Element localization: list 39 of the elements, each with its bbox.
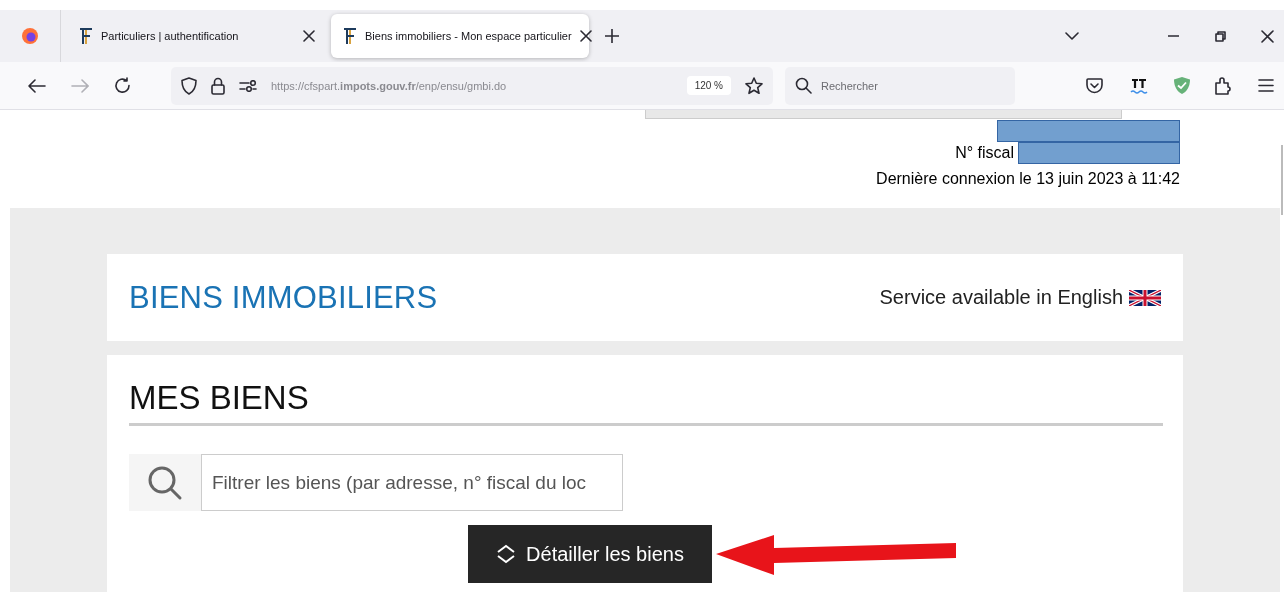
- close-icon[interactable]: [579, 30, 592, 42]
- shield-check-icon[interactable]: [1173, 76, 1191, 95]
- menu-icon[interactable]: [1258, 79, 1274, 92]
- new-tab-icon[interactable]: [605, 29, 619, 43]
- filter-field[interactable]: Filtrer les biens (par adresse, n° fiscal du loc: [201, 454, 623, 511]
- address-bar[interactable]: https://cfspart.impots.gouv.fr/enp/ensu/gmbi.do 120 %: [171, 66, 773, 105]
- browser-logo-icon[interactable]: [21, 27, 39, 45]
- search-icon: [147, 464, 183, 501]
- shield-icon[interactable]: [181, 76, 197, 95]
- browser-tab[interactable]: Biens immobiliers - Mon espace particulier: [331, 14, 589, 58]
- pocket-icon[interactable]: [1086, 77, 1103, 94]
- puzzle-piece-icon[interactable]: [1215, 76, 1232, 95]
- extension-icon[interactable]: [1130, 77, 1148, 94]
- search-field[interactable]: Rechercher: [785, 66, 1015, 105]
- detail-properties-button[interactable]: Détailler les biens: [468, 525, 712, 583]
- lock-icon[interactable]: [211, 76, 225, 95]
- chevron-down-icon[interactable]: [1065, 32, 1079, 40]
- close-icon[interactable]: [303, 30, 315, 42]
- back-arrow-icon[interactable]: [28, 78, 46, 93]
- favicon-icon: [341, 27, 357, 45]
- fiscal-number-label: N° fiscal: [955, 143, 1014, 163]
- favicon-icon: [77, 27, 93, 45]
- english-service-link[interactable]: Service available in English: [879, 286, 1161, 309]
- search-button[interactable]: [129, 454, 201, 511]
- last-login-text: Dernière connexion le 13 juin 2023 à 11:42: [876, 169, 1180, 189]
- url-text: https://cfspart.impots.gouv.fr/enp/ensu/gmbi.do: [271, 79, 507, 92]
- reload-icon[interactable]: [114, 77, 131, 94]
- search-icon: [795, 76, 812, 94]
- uk-flag-icon: [1129, 289, 1161, 306]
- browser-tab[interactable]: Particuliers | authentification: [67, 14, 325, 58]
- zoom-level-button[interactable]: 120 %: [686, 76, 731, 95]
- section-title: MES BIENS: [129, 379, 1163, 426]
- restore-icon[interactable]: [1215, 30, 1226, 42]
- close-icon[interactable]: [1261, 29, 1274, 43]
- scrollbar-thumb[interactable]: [1281, 145, 1283, 215]
- permissions-icon[interactable]: [239, 79, 257, 92]
- expand-icon: [496, 544, 517, 564]
- bookmark-star-icon[interactable]: [745, 76, 763, 95]
- page-title: BIENS IMMOBILIERS: [129, 279, 438, 316]
